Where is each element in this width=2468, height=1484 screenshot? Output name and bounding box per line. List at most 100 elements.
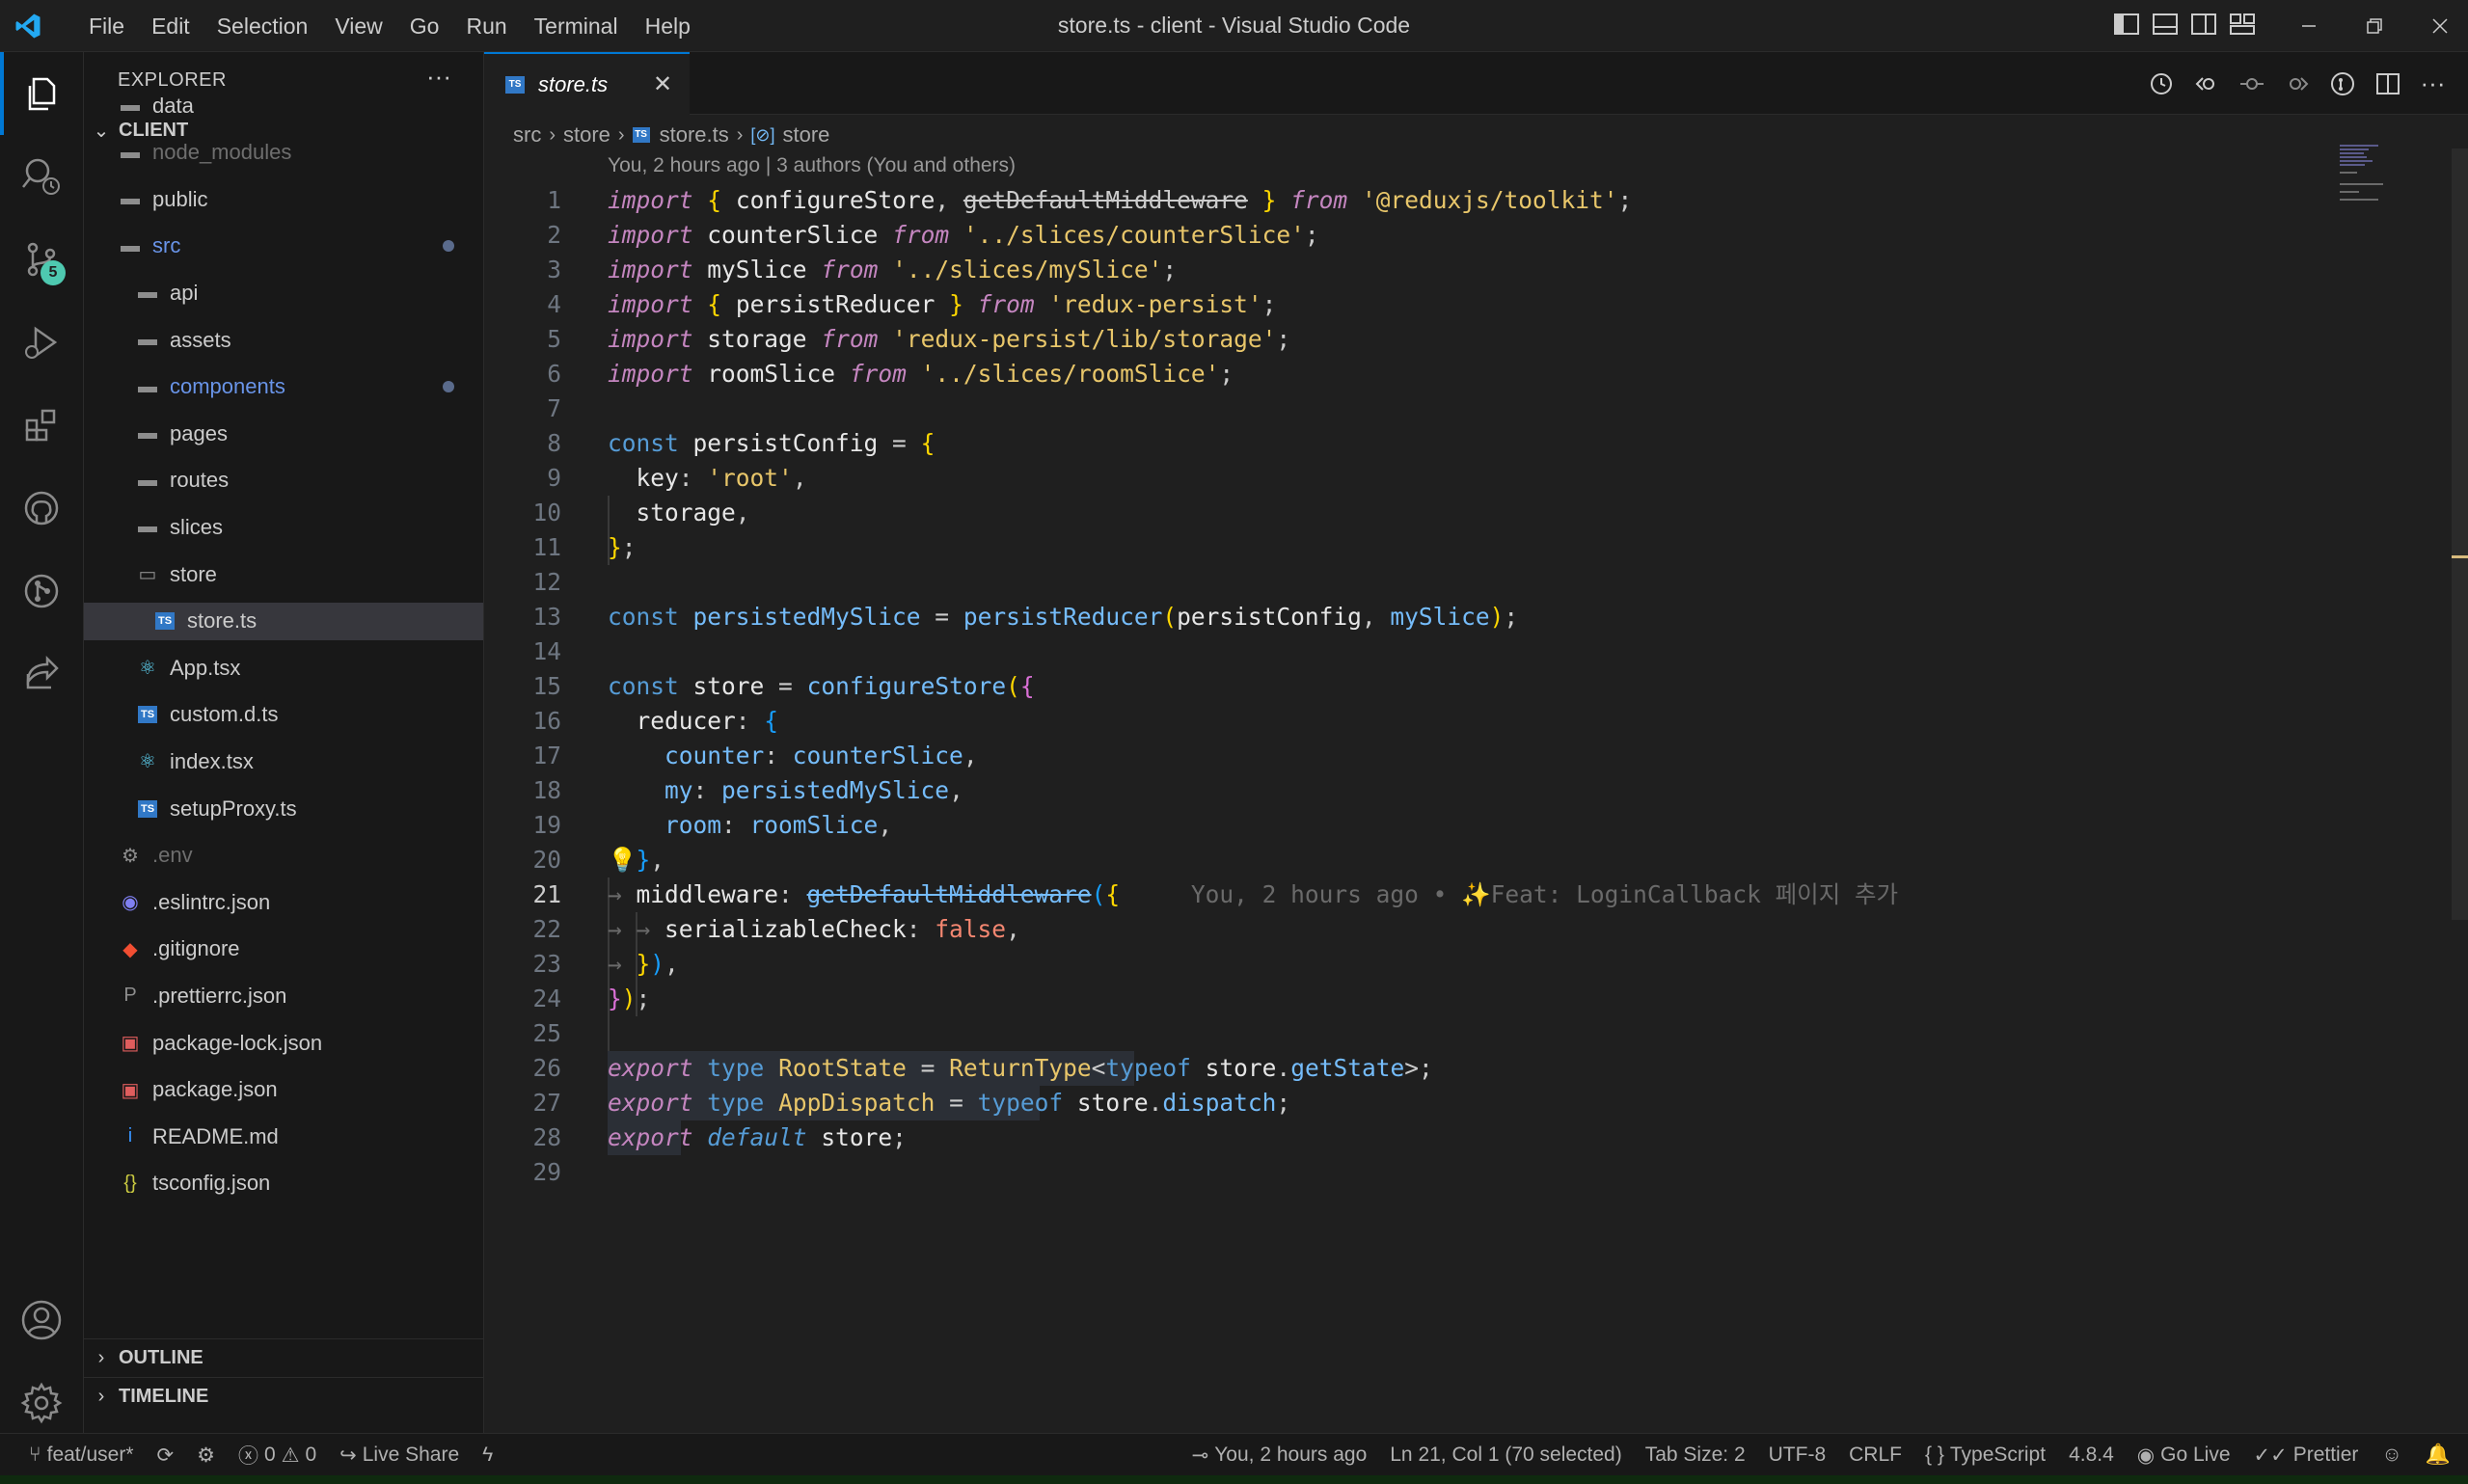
info-file-icon: i (127, 1125, 133, 1147)
tree-item-readme-md[interactable]: i README.md (84, 1118, 483, 1155)
tree-item-env[interactable]: ⚙ .env (84, 837, 483, 875)
tree-item-index-tsx[interactable]: ⚛ index.tsx (84, 742, 483, 780)
vertical-scrollbar[interactable] (2452, 148, 2468, 920)
tab-size[interactable]: Tab Size: 2 (1645, 1444, 1746, 1467)
toggle-panel-icon[interactable] (2151, 10, 2180, 39)
tree-item-store[interactable]: ▭ store (84, 555, 483, 593)
breadcrumb-file[interactable]: store.ts (660, 122, 729, 148)
cursor-position[interactable]: Ln 21, Col 1 (70 selected) (1390, 1444, 1621, 1467)
toggle-primary-sidebar-icon[interactable] (2112, 10, 2141, 39)
menu-run[interactable]: Run (452, 7, 520, 45)
search-icon[interactable] (0, 135, 83, 218)
menu-edit[interactable]: Edit (138, 7, 203, 45)
timeline-section-header[interactable]: › TIMELINE (84, 1377, 483, 1415)
line-number: 8 (547, 429, 561, 457)
live-share-icon[interactable] (0, 633, 83, 715)
code-line: my: persistedMySlice, (664, 776, 963, 804)
folder-icon: ▬ (121, 234, 140, 256)
tree-item-public[interactable]: ▬ public (84, 180, 483, 218)
live-share-status[interactable]: ↪ Live Share (339, 1444, 459, 1468)
breadcrumb-src[interactable]: src (513, 122, 541, 148)
branch-status[interactable]: ⑂ feat/user* (29, 1444, 134, 1467)
tree-item-store-ts[interactable]: TS store.ts (84, 602, 483, 640)
tree-item-slices[interactable]: ▬ slices (84, 508, 483, 546)
code-line: 💡 }, (608, 843, 664, 877)
encoding[interactable]: UTF-8 (1769, 1444, 1827, 1467)
customize-layout-icon[interactable] (2228, 10, 2257, 39)
end-of-line[interactable]: CRLF (1849, 1444, 1902, 1467)
outline-section-header[interactable]: › OUTLINE (84, 1338, 483, 1376)
tree-item-gitignore[interactable]: ◆ .gitignore (84, 931, 483, 968)
minimize-icon[interactable] (2276, 0, 2342, 51)
tree-item-tsconfig-json[interactable]: {} tsconfig.json (84, 1165, 483, 1202)
lightbulb-icon[interactable]: 💡 (608, 843, 637, 877)
lightning-icon[interactable]: ϟ (482, 1444, 493, 1467)
tree-item-api[interactable]: ▬ api (84, 274, 483, 311)
restore-icon[interactable] (2342, 0, 2407, 51)
split-editor-icon[interactable] (2370, 66, 2405, 101)
tree-item-data[interactable]: ▬ data (84, 87, 483, 124)
tree-item-routes[interactable]: ▬ routes (84, 462, 483, 499)
breadcrumb-symbol[interactable]: store (783, 122, 830, 148)
tree-item-app-tsx[interactable]: ⚛ App.tsx (84, 649, 483, 687)
menu-bar: File Edit Selection View Go Run Terminal… (75, 0, 704, 51)
tree-item-components[interactable]: ▬ components (84, 368, 483, 406)
menu-go[interactable]: Go (396, 7, 453, 45)
language-mode[interactable]: { } TypeScript (1925, 1444, 2046, 1467)
notifications-bell-icon[interactable]: 🔔 (2426, 1444, 2451, 1467)
menu-help[interactable]: Help (632, 7, 704, 45)
tree-item-label: routes (170, 468, 230, 493)
more-editor-actions-icon[interactable]: ··· (2415, 66, 2451, 101)
tab-store-ts[interactable]: TS store.ts ✕ (484, 52, 690, 115)
next-change-icon[interactable] (2279, 66, 2315, 101)
folder-icon: ▬ (138, 516, 157, 538)
previous-change-icon[interactable] (2234, 66, 2269, 101)
minimap[interactable] (2340, 145, 2455, 202)
close-tab-icon[interactable]: ✕ (653, 70, 672, 98)
git-graph-icon[interactable] (0, 550, 83, 633)
code-line: export type RootState = ReturnType<typeo… (608, 1054, 1433, 1082)
run-debug-icon[interactable] (0, 301, 83, 384)
timeline-label: TIMELINE (119, 1385, 209, 1407)
tree-item-assets[interactable]: ▬ assets (84, 321, 483, 359)
feedback-icon[interactable]: ☺ (2381, 1444, 2401, 1467)
problems-status[interactable]: ⓧ 0 ⚠ 0 (238, 1441, 316, 1470)
tree-item-custom-d-ts[interactable]: TS custom.d.ts (84, 696, 483, 734)
menu-view[interactable]: View (321, 7, 395, 45)
editor-tab-bar: TS store.ts ✕ ··· (484, 52, 2468, 115)
extensions-icon[interactable] (0, 384, 83, 467)
explorer-icon[interactable] (0, 52, 83, 135)
prettier-status[interactable]: ✓✓ Prettier (2254, 1444, 2359, 1468)
breadcrumb-store-folder[interactable]: store (563, 122, 610, 148)
source-control-badge: 5 (41, 260, 66, 285)
publish-branch-icon[interactable]: ⚙ (197, 1444, 215, 1468)
tree-item-src[interactable]: ▬ src (84, 228, 483, 265)
tree-item-node-modules[interactable]: ▬ node_modules (84, 134, 483, 172)
github-icon[interactable] (0, 467, 83, 550)
menu-terminal[interactable]: Terminal (521, 7, 632, 45)
go-live-status[interactable]: ◉ Go Live (2137, 1444, 2231, 1468)
menu-file[interactable]: File (75, 7, 138, 45)
close-window-icon[interactable] (2407, 0, 2468, 51)
accounts-icon[interactable] (0, 1279, 83, 1362)
timeline-history-icon[interactable] (2143, 66, 2179, 101)
typescript-version[interactable]: 4.8.4 (2069, 1444, 2114, 1467)
sync-icon[interactable]: ⟳ (157, 1444, 175, 1468)
tree-item-prettierrc-json[interactable]: P .prettierrc.json (84, 977, 483, 1014)
toggle-secondary-sidebar-icon[interactable] (2189, 10, 2218, 39)
tree-item-eslintrc-json[interactable]: ◉ .eslintrc.json (84, 883, 483, 921)
codelens-authors[interactable]: You, 2 hours ago | 3 authors (You and ot… (608, 154, 1016, 177)
tree-item-package-lock-json[interactable]: ▣ package-lock.json (84, 1024, 483, 1062)
line-number: 3 (547, 256, 561, 283)
tree-item-label: tsconfig.json (152, 1171, 271, 1196)
tree-item-setupproxy-ts[interactable]: TS setupProxy.ts (84, 790, 483, 827)
open-changes-icon[interactable] (2188, 66, 2224, 101)
git-lens-icon[interactable] (2324, 66, 2360, 101)
activity-bar: 5 (0, 52, 84, 1433)
tree-item-pages[interactable]: ▬ pages (84, 415, 483, 452)
menu-selection[interactable]: Selection (203, 7, 322, 45)
source-control-icon[interactable]: 5 (0, 218, 83, 301)
chevron-right-icon: › (736, 123, 744, 146)
tree-item-package-json[interactable]: ▣ package.json (84, 1071, 483, 1109)
git-blame-status[interactable]: ⊸ You, 2 hours ago (1192, 1444, 1368, 1468)
